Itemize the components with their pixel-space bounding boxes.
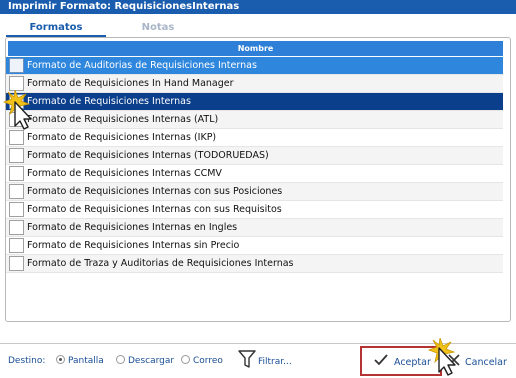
row-checkbox[interactable] [9, 58, 24, 73]
filter-label: Filtrar... [258, 357, 292, 367]
list-item[interactable]: Formato de Requisiciones Internas [6, 93, 503, 111]
row-checkbox[interactable] [9, 184, 24, 199]
list-item-label: Formato de Requisiciones Internas en Ing… [27, 222, 238, 233]
list-item-label: Formato de Auditorias de Requisiciones I… [27, 60, 257, 71]
filter-button[interactable]: Filtrar... [238, 350, 292, 368]
radio-pantalla-button[interactable] [56, 355, 65, 364]
row-checkbox[interactable] [9, 130, 24, 145]
radio-descargar[interactable]: Descargar [116, 354, 174, 368]
list-item[interactable]: Formato de Requisiciones Internas (TODOR… [6, 147, 503, 165]
row-checkbox[interactable] [9, 202, 24, 217]
list-item-label: Formato de Requisiciones Internas (TODOR… [27, 150, 269, 161]
radio-descargar-label: Descargar [128, 356, 175, 366]
list-item-label: Formato de Requisiciones Internas [27, 96, 191, 107]
list-item[interactable]: Formato de Requisiciones Internas con su… [6, 201, 503, 219]
click-cursor-icon [2, 89, 32, 130]
list-item-label: Formato de Requisiciones Internas con su… [27, 186, 283, 197]
radio-correo-label: Correo [193, 356, 223, 366]
accept-button[interactable]: Aceptar [374, 354, 431, 370]
tab-bar: Formatos Notas [6, 20, 510, 37]
list-item-label: Formato de Requisiciones Internas (ATL) [27, 114, 219, 125]
list-item[interactable]: Formato de Requisiciones Internas sin Pr… [6, 237, 503, 255]
row-checkbox[interactable] [9, 166, 24, 181]
list-item-label: Formato de Requisiciones Internas (IKP) [27, 132, 217, 143]
list-item-label: Formato de Requisiciones Internas con su… [27, 204, 282, 215]
list-item-label: Formato de Traza y Auditorias de Requisi… [27, 258, 294, 269]
tab-notas[interactable]: Notas [112, 20, 204, 35]
list-item[interactable]: Formato de Auditorias de Requisiciones I… [6, 57, 503, 75]
filter-icon [238, 350, 256, 368]
row-checkbox[interactable] [9, 238, 24, 253]
row-checkbox[interactable] [9, 148, 24, 163]
list-item-label: Formato de Requisiciones Internas CCMV [27, 168, 222, 179]
list-item-label: Formato de Requisiciones Internas sin Pr… [27, 240, 240, 251]
formats-grid-panel: Nombre Formato de Auditorias de Requisic… [5, 37, 511, 322]
check-icon [374, 354, 388, 366]
radio-descargar-button[interactable] [116, 355, 125, 364]
cancel-label: Cancelar [465, 357, 507, 368]
list-item[interactable]: Formato de Requisiciones Internas en Ing… [6, 219, 503, 237]
list-item[interactable]: Formato de Requisiciones Internas CCMV [6, 165, 503, 183]
window-title: Imprimir Formato: RequisicionesInternas [0, 0, 516, 14]
row-checkbox[interactable] [9, 220, 24, 235]
tab-formatos[interactable]: Formatos [6, 20, 106, 37]
list-item[interactable]: Formato de Requisiciones Internas con su… [6, 183, 503, 201]
radio-correo[interactable]: Correo [181, 354, 223, 368]
row-checkbox[interactable] [9, 256, 24, 271]
radio-correo-button[interactable] [181, 355, 190, 364]
list-item[interactable]: Formato de Traza y Auditorias de Requisi… [6, 255, 503, 273]
destino-label: Destino: [8, 356, 46, 366]
list-item[interactable]: Formato de Requisiciones In Hand Manager [6, 75, 503, 93]
list-item-label: Formato de Requisiciones In Hand Manager [27, 78, 234, 89]
list-item[interactable]: Formato de Requisiciones Internas (IKP) [6, 129, 503, 147]
click-cursor-icon [427, 337, 456, 376]
list-item[interactable]: Formato de Requisiciones Internas (ATL) [6, 111, 503, 129]
formats-list: Formato de Auditorias de Requisiciones I… [6, 57, 503, 273]
radio-pantalla[interactable]: Pantalla [56, 354, 104, 368]
column-header-nombre[interactable]: Nombre [8, 41, 503, 56]
radio-pantalla-label: Pantalla [68, 356, 104, 366]
